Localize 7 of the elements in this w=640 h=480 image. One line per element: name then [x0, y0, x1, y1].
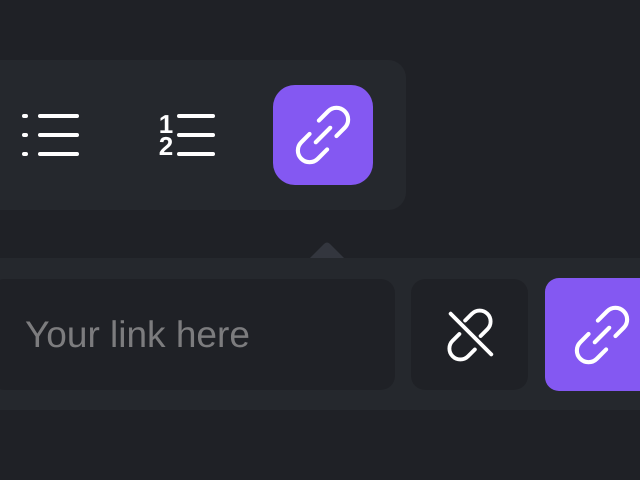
- unlink-button[interactable]: [411, 279, 528, 390]
- popover-pointer: [310, 242, 344, 258]
- list-lines-icon: [177, 113, 215, 157]
- link-button[interactable]: [273, 85, 373, 185]
- link-input-field[interactable]: Your link here: [0, 279, 395, 390]
- bullet-list-icon: [22, 113, 80, 157]
- numbered-list-button[interactable]: 1 2: [137, 85, 237, 185]
